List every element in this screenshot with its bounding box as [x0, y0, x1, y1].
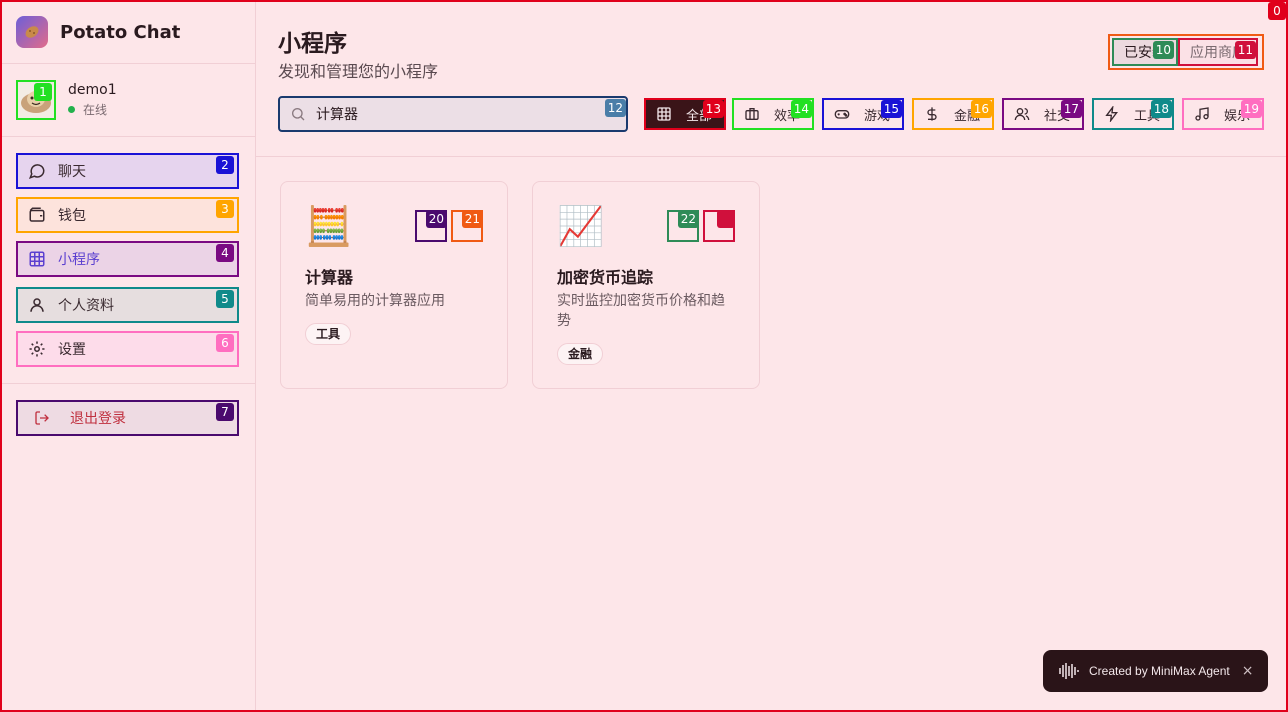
marker-10: 11 — [1234, 41, 1256, 59]
grid-icon — [657, 107, 671, 121]
tab-installed[interactable]: 已安装 10 — [1112, 38, 1178, 66]
category-entertainment[interactable]: 娱乐 19 — [1182, 98, 1264, 130]
app-title: Potato Chat — [60, 21, 181, 43]
divider — [2, 383, 255, 384]
category-games[interactable]: 游戏 15 — [822, 98, 904, 130]
app-name: 加密货币追踪 — [557, 268, 654, 287]
marker-19: 20 — [425, 210, 447, 228]
sidebar-item-label: 设置 — [58, 342, 86, 358]
page-subtitle: 发现和管理您的小程序 — [278, 62, 439, 81]
sidebar-item-profile[interactable]: 个人资料 5 — [16, 287, 239, 323]
marker-18: 19 — [1240, 100, 1262, 118]
marker-9: 10 — [1152, 41, 1174, 59]
app-tag: 金融 — [557, 343, 604, 365]
divider — [256, 156, 1286, 157]
gear-icon — [29, 341, 45, 357]
marker-17: 18 — [1150, 100, 1172, 118]
marker-0: 0 — [1268, 2, 1286, 20]
marker-11: 12 — [604, 99, 626, 117]
category-social[interactable]: 社交 17 — [1002, 98, 1084, 130]
search-input[interactable] — [316, 106, 596, 122]
sidebar-item-settings[interactable]: 设置 6 — [16, 331, 239, 367]
app-action-button[interactable] — [703, 210, 735, 242]
bolt-icon — [1105, 106, 1118, 122]
status-text: 在线 — [83, 103, 108, 117]
logout-label: 退出登录 — [70, 411, 126, 427]
marker-22 — [717, 210, 735, 228]
marker-16: 17 — [1060, 100, 1082, 118]
divider — [2, 136, 255, 137]
briefcase-icon — [745, 108, 759, 120]
avatar[interactable]: 1 — [16, 80, 56, 120]
sidebar-item-label: 小程序 — [58, 252, 100, 268]
category-all[interactable]: 全部 13 — [644, 98, 726, 130]
app-description: 实时监控加密货币价格和趋势 — [557, 293, 725, 329]
category-productivity[interactable]: 效率 14 — [732, 98, 814, 130]
tab-store[interactable]: 应用商店 11 — [1178, 38, 1258, 66]
sidebar-item-label: 聊天 — [58, 164, 86, 180]
marker-2: 2 — [216, 156, 234, 174]
search-box: 12 — [278, 96, 628, 132]
app-card[interactable]: 🧮 20 21 计算器 简单易用的计算器应用 工具 — [280, 181, 508, 389]
sidebar-item-wallet[interactable]: 钱包 3 — [16, 197, 239, 233]
user-card: 1 demo1 在线 — [16, 80, 117, 120]
wallet-icon — [29, 207, 45, 222]
sidebar-item-label: 个人资料 — [58, 298, 114, 314]
app-name: 计算器 — [305, 268, 354, 287]
app-card[interactable]: 📈 22 加密货币追踪 实时监控加密货币价格和趋势 金融 — [532, 181, 760, 389]
app-info-button[interactable]: 22 — [667, 210, 699, 242]
search-icon — [292, 108, 305, 121]
app-tag: 工具 — [305, 323, 352, 345]
category-finance[interactable]: 金融 16 — [912, 98, 994, 130]
user-icon — [30, 298, 44, 312]
divider — [2, 63, 255, 64]
abacus-icon: 🧮 — [305, 204, 353, 248]
online-dot-icon — [68, 106, 75, 113]
username: demo1 — [68, 82, 117, 98]
sidebar: Potato Chat 1 demo1 在线 聊天 2 钱包 3 小程序 4 个… — [2, 2, 256, 710]
chat-bubble-icon — [28, 164, 45, 180]
brand: Potato Chat — [16, 16, 180, 48]
sidebar-item-miniapps[interactable]: 小程序 4 — [16, 241, 239, 277]
toast-notification: Created by MiniMax Agent × — [1043, 650, 1268, 692]
marker-21: 22 — [677, 210, 699, 228]
users-icon — [1014, 108, 1030, 121]
main-panel: 小程序 发现和管理您的小程序 已安装 10 应用商店 11 12 全部 13 效… — [256, 2, 1286, 710]
sidebar-item-chat[interactable]: 聊天 2 — [16, 153, 239, 189]
music-icon — [1195, 107, 1209, 121]
potato-logo-icon — [16, 16, 48, 48]
page-title: 小程序 — [278, 31, 347, 57]
app-info-button[interactable]: 20 — [415, 210, 447, 242]
chart-increasing-icon: 📈 — [557, 204, 605, 248]
category-tools[interactable]: 工具 18 — [1092, 98, 1174, 130]
app-description: 简单易用的计算器应用 — [305, 293, 445, 309]
marker-20: 21 — [461, 210, 483, 228]
marker-4: 4 — [216, 244, 234, 262]
marker-13: 14 — [790, 100, 812, 118]
marker-1: 1 — [34, 83, 52, 101]
marker-12: 13 — [702, 100, 724, 118]
audio-wave-icon — [1059, 663, 1079, 679]
logout-button[interactable]: 退出登录 7 — [16, 400, 239, 436]
marker-6: 6 — [216, 334, 234, 352]
marker-15: 16 — [970, 100, 992, 118]
view-toggle: 已安装 10 应用商店 11 — [1108, 34, 1264, 70]
logout-icon — [35, 411, 49, 425]
close-icon[interactable]: × — [1242, 663, 1254, 679]
toast-text: Created by MiniMax Agent — [1089, 664, 1230, 678]
app-action-button[interactable]: 21 — [451, 210, 483, 242]
sidebar-item-label: 钱包 — [58, 208, 86, 224]
grid-icon — [29, 251, 45, 267]
presence-status: 在线 — [68, 101, 117, 118]
dollar-icon — [927, 107, 937, 121]
marker-3: 3 — [216, 200, 234, 218]
gamepad-icon — [834, 110, 850, 119]
marker-14: 15 — [880, 100, 902, 118]
marker-7: 7 — [216, 403, 234, 421]
marker-5: 5 — [216, 290, 234, 308]
